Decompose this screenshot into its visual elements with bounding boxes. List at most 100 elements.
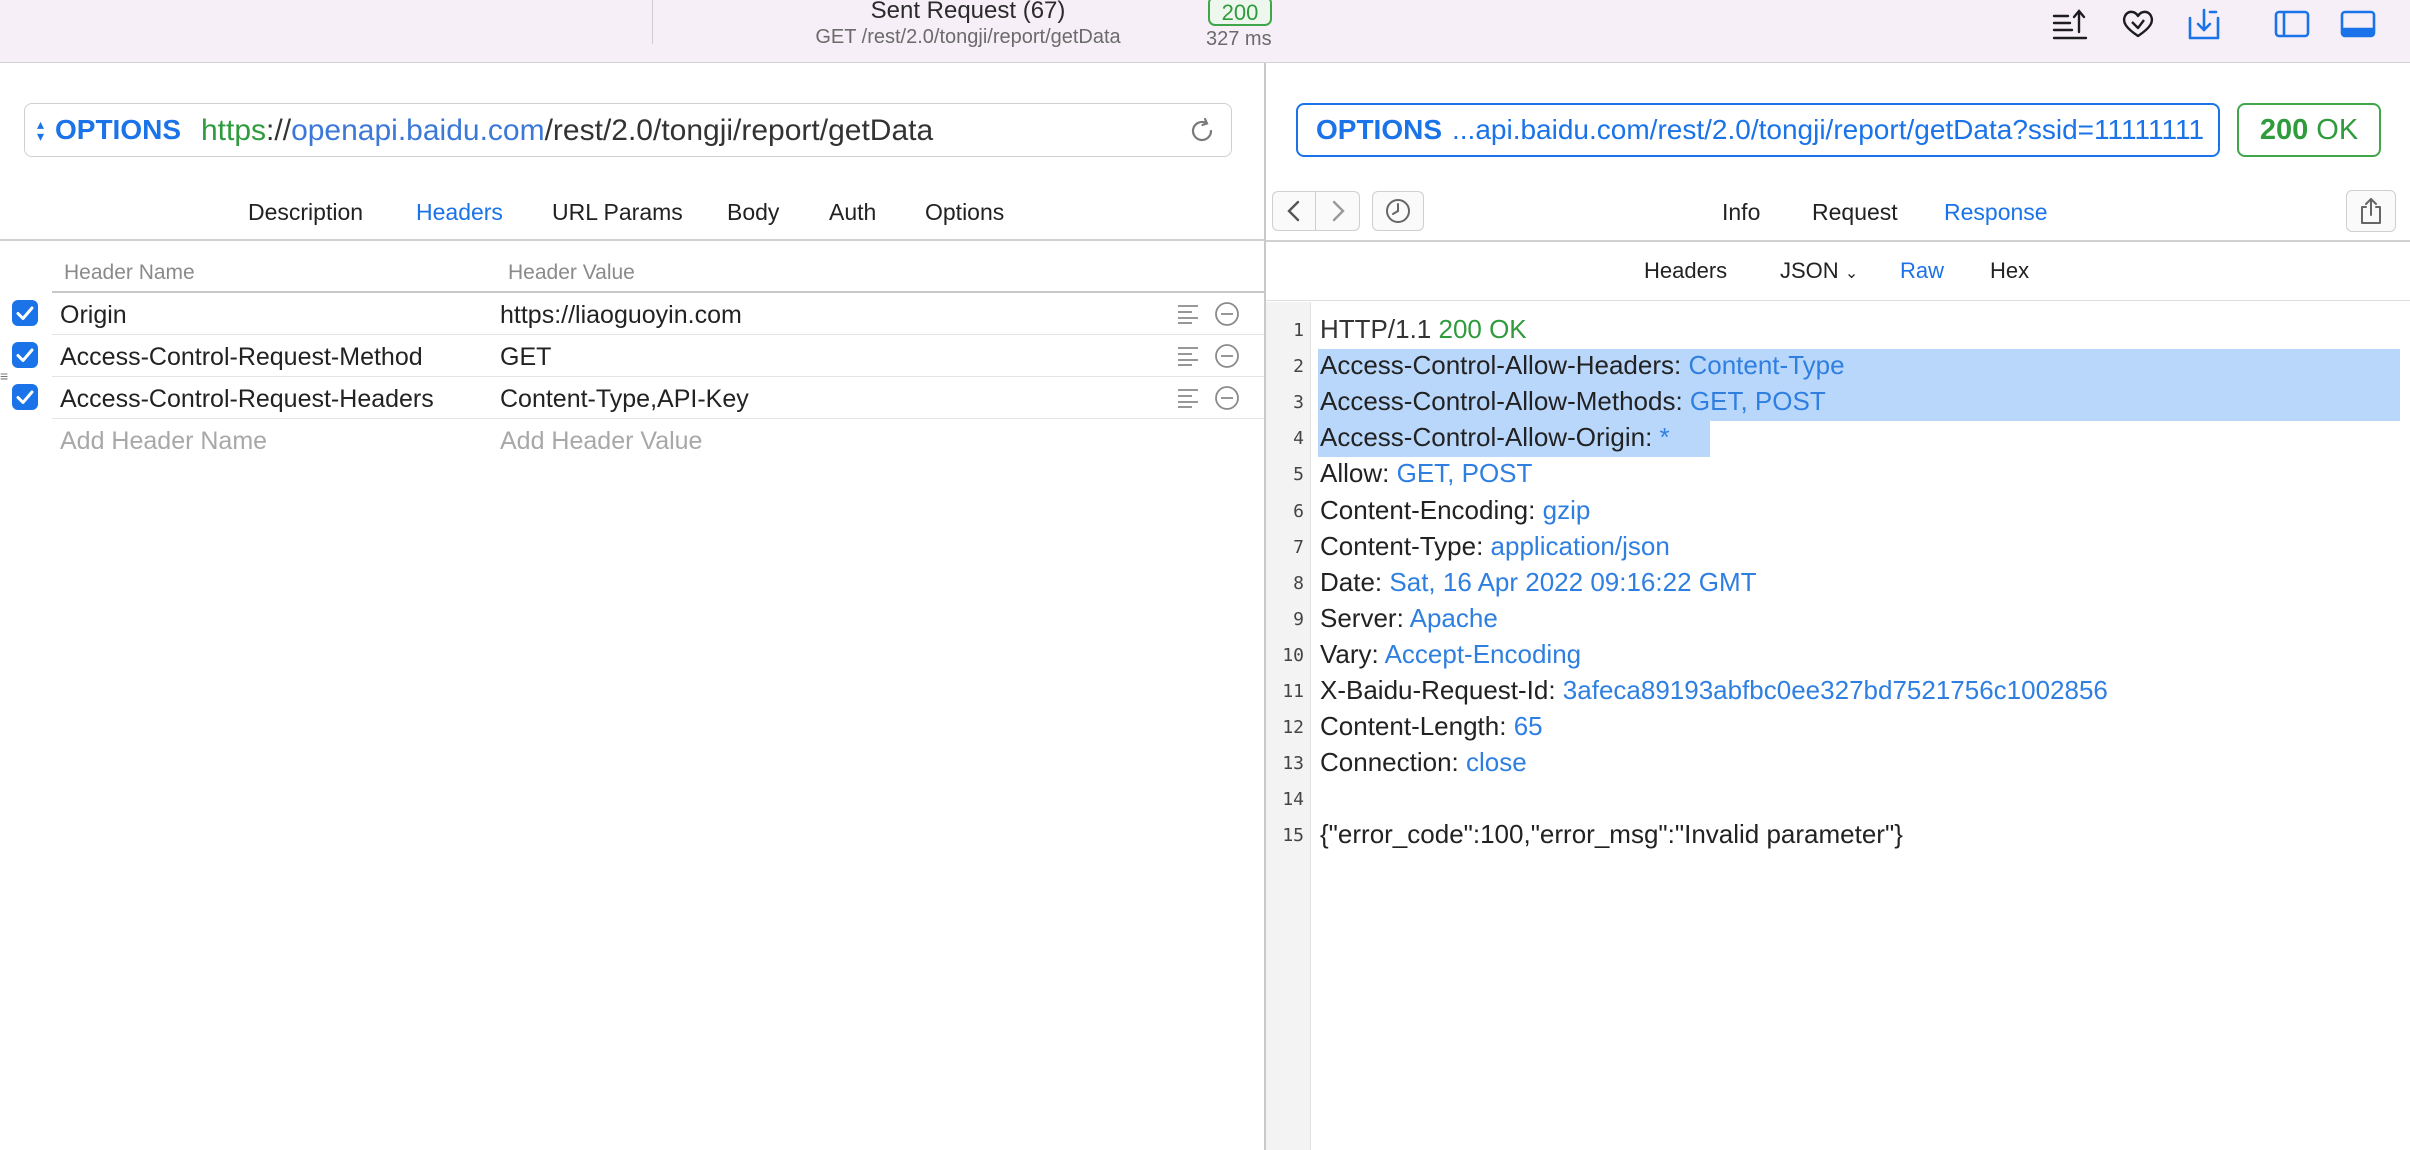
response-line: Content-Type: application/json: [1320, 531, 1670, 562]
request-url-input[interactable]: https://openapi.baidu.com/rest/2.0/tongj…: [201, 114, 933, 148]
column-header-name: Header Name: [64, 261, 195, 284]
header-value: application/json: [1490, 531, 1670, 561]
add-header-name-input[interactable]: Add Header Name: [60, 427, 267, 456]
header-value: Accept-Encoding: [1384, 639, 1582, 669]
separator: [1483, 531, 1490, 561]
json-view-label: JSON: [1780, 258, 1839, 283]
header-key: HTTP/1.1: [1320, 314, 1432, 344]
header-value: GET, POST: [1396, 458, 1533, 488]
tab-headers-view[interactable]: Headers: [1644, 258, 1727, 284]
header-name-cell[interactable]: Access-Control-Request-Headers: [60, 385, 434, 414]
request-tabs: Description Headers URL Params Body Auth…: [0, 199, 1264, 229]
response-line: Date: Sat, 16 Apr 2022 09:16:22 GMT: [1320, 567, 1757, 598]
tab-request[interactable]: Request: [1812, 199, 1898, 226]
header-value: Apache: [1409, 603, 1498, 633]
upload-list-icon[interactable]: [2050, 4, 2090, 44]
header-value: gzip: [1542, 495, 1591, 525]
header-key: Connection:: [1320, 747, 1459, 777]
text-options-icon[interactable]: [1176, 387, 1200, 409]
line-number: 9: [1293, 609, 1304, 630]
separator: [1683, 386, 1690, 416]
add-header-row: Add Header Name Add Header Value: [0, 419, 1264, 461]
header-enabled-checkbox[interactable]: [12, 342, 38, 368]
response-method: OPTIONS: [1316, 114, 1443, 145]
window-title: Sent Request (67): [870, 0, 1066, 24]
header-value: 3afeca89193abfbc0ee327bd7521756c1002856: [1562, 675, 2108, 705]
response-line: Access-Control-Allow-Headers: Content-Ty…: [1320, 350, 1845, 381]
header-key: X-Baidu-Request-Id:: [1320, 675, 1556, 705]
tab-description[interactable]: Description: [248, 199, 363, 226]
response-line: X-Baidu-Request-Id: 3afeca89193abfbc0ee3…: [1320, 675, 2108, 706]
separator: [1556, 675, 1563, 705]
tab-hex-view[interactable]: Hex: [1990, 258, 2029, 284]
tab-url-params[interactable]: URL Params: [552, 199, 683, 226]
status-badge: 200: [1208, 0, 1272, 26]
response-url: ...api.baidu.com/rest/2.0/tongji/report/…: [1452, 114, 2205, 145]
separator: [1652, 422, 1659, 452]
line-number: 7: [1293, 537, 1304, 558]
separator: [1459, 747, 1466, 777]
response-line: Content-Length: 65: [1320, 711, 1543, 742]
remove-header-icon[interactable]: [1214, 301, 1240, 327]
text-options-icon[interactable]: [1176, 345, 1200, 367]
remove-header-icon[interactable]: [1214, 385, 1240, 411]
header-key: Server:: [1320, 603, 1404, 633]
tab-raw-view[interactable]: Raw: [1900, 258, 1944, 284]
url-scheme: https: [201, 114, 267, 147]
row-drag-handle-icon[interactable]: ≡: [0, 368, 8, 384]
tab-body[interactable]: Body: [727, 199, 779, 226]
header-key: Access-Control-Allow-Methods:: [1320, 386, 1683, 416]
response-format-tabs: Headers JSON ⌄ Raw Hex: [1266, 258, 2410, 288]
header-value: GET, POST: [1689, 386, 1826, 416]
text-options-icon[interactable]: [1176, 303, 1200, 325]
header-enabled-checkbox[interactable]: [12, 300, 38, 326]
header-key: Content-Type:: [1320, 531, 1484, 561]
line-number: 4: [1293, 428, 1304, 449]
line-number: 6: [1293, 501, 1304, 522]
line-number: 11: [1282, 681, 1304, 702]
url-path: /rest/2.0/tongji/report/getData: [544, 114, 934, 147]
line-number: 5: [1293, 464, 1304, 485]
header-value: *: [1659, 422, 1670, 452]
header-key: Date:: [1320, 567, 1383, 597]
tab-options[interactable]: Options: [925, 199, 1004, 226]
header-value-cell[interactable]: https://liaoguoyin.com: [500, 301, 742, 330]
header-value-cell[interactable]: Content-Type,API-Key: [500, 385, 749, 414]
request-method-select[interactable]: OPTIONS: [55, 114, 181, 146]
response-line: HTTP/1.1 200 OK: [1320, 314, 1527, 345]
tab-response[interactable]: Response: [1944, 199, 2048, 226]
header-value-cell[interactable]: GET: [500, 343, 551, 372]
line-number: 13: [1282, 753, 1304, 774]
header-value: close: [1466, 747, 1527, 777]
tab-headers[interactable]: Headers: [416, 199, 503, 226]
add-header-value-input[interactable]: Add Header Value: [500, 427, 702, 456]
method-selector-icon[interactable]: ▴ ▾: [37, 117, 44, 143]
header-enabled-checkbox[interactable]: [12, 384, 38, 410]
line-number: 3: [1293, 392, 1304, 413]
line-number: 12: [1282, 717, 1304, 738]
window-subtitle: GET /rest/2.0/tongji/report/getData: [815, 26, 1121, 48]
tabs-divider: [0, 239, 1264, 241]
response-tabs: Info Request Response: [1266, 199, 2410, 229]
tab-json-view[interactable]: JSON ⌄: [1780, 258, 1858, 284]
table-row: Access-Control-Request-Method GET: [0, 335, 1264, 377]
header-value: Sat, 16 Apr 2022 09:16:22 GMT: [1389, 567, 1757, 597]
left-sidebar-icon[interactable]: [2272, 4, 2312, 44]
tab-auth[interactable]: Auth: [829, 199, 876, 226]
separator: [1535, 495, 1542, 525]
request-url-bar[interactable]: ▴ ▾ OPTIONS https://openapi.baidu.com/res…: [24, 103, 1232, 157]
tab-info[interactable]: Info: [1722, 199, 1760, 226]
response-url-bar[interactable]: OPTIONS ...api.baidu.com/rest/2.0/tongji…: [1296, 103, 2220, 157]
remove-header-icon[interactable]: [1214, 343, 1240, 369]
header-name-cell[interactable]: Origin: [60, 301, 127, 330]
header-key: Content-Length:: [1320, 711, 1507, 741]
line-number: 14: [1282, 789, 1304, 810]
bottom-panel-icon[interactable]: [2338, 4, 2378, 44]
import-icon[interactable]: [2184, 4, 2224, 44]
line-number: 1: [1293, 320, 1304, 341]
table-row: Access-Control-Request-Headers Content-T…: [0, 377, 1264, 419]
cloud-heart-icon[interactable]: [2118, 4, 2158, 44]
header-name-cell[interactable]: Access-Control-Request-Method: [60, 343, 423, 372]
reload-icon[interactable]: [1187, 116, 1217, 146]
request-pane: ▴ ▾ OPTIONS https://openapi.baidu.com/res…: [0, 63, 1264, 1150]
